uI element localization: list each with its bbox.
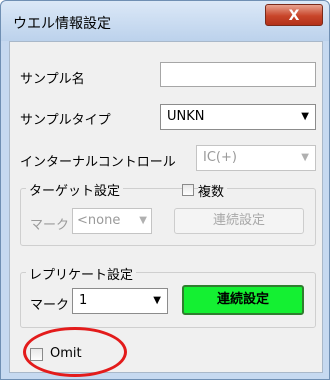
target-settings-title: ターゲット設定 [26, 180, 124, 199]
replicate-continuous-button[interactable]: 連続設定 [182, 285, 304, 315]
internal-control-label: インターナルコントロール [20, 155, 176, 170]
target-mark-value: <none [77, 213, 121, 228]
title-bar[interactable]: ウエル情報設定 X [1, 1, 329, 41]
sample-type-label: サンプルタイプ [20, 113, 111, 128]
sample-name-input[interactable] [160, 62, 316, 87]
window-title: ウエル情報設定 [13, 16, 111, 32]
close-button[interactable]: X [265, 4, 323, 26]
multiple-label: 複数 [198, 181, 228, 200]
multiple-checkbox[interactable] [182, 184, 194, 196]
internal-control-value: IC(+) [203, 150, 237, 165]
close-icon: X [288, 8, 300, 24]
sample-type-select[interactable]: UNKN ▼ [160, 104, 316, 130]
replicate-mark-select[interactable]: 1 ▼ [72, 288, 168, 314]
replicate-settings-title: レプリケート設定 [26, 264, 137, 283]
internal-control-select[interactable]: IC(+) ▼ [196, 145, 316, 171]
chevron-down-icon: ▼ [301, 152, 309, 163]
sample-name-label: サンプル名 [20, 72, 85, 87]
chevron-down-icon: ▼ [153, 295, 161, 306]
target-continuous-button[interactable]: 連続設定 [174, 208, 304, 234]
highlight-circle [23, 327, 127, 377]
sample-type-value: UNKN [167, 109, 205, 124]
chevron-down-icon: ▼ [139, 215, 147, 226]
chevron-down-icon: ▼ [301, 111, 309, 122]
target-mark-select[interactable]: <none ▼ [72, 208, 152, 234]
well-info-dialog: ウエル情報設定 X サンプル名 サンプルタイプ UNKN ▼ インターナルコント… [0, 0, 330, 380]
target-mark-label: マーク [30, 218, 70, 233]
replicate-mark-value: 1 [79, 293, 88, 308]
dialog-body: サンプル名 サンプルタイプ UNKN ▼ インターナルコントロール IC(+) … [9, 41, 323, 373]
replicate-mark-label: マーク [30, 298, 70, 313]
